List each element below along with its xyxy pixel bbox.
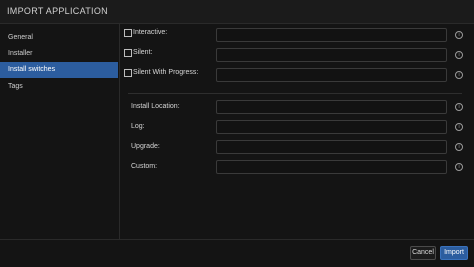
dialog-footer xyxy=(0,239,474,267)
info-icon[interactable]: i xyxy=(455,163,463,171)
silent-label: Silent: xyxy=(133,49,153,56)
custom-label: Custom: xyxy=(131,163,158,170)
sidebar-item-installer[interactable]: Installer xyxy=(0,46,118,62)
title-bar: IMPORT APPLICATION xyxy=(0,0,474,24)
upgrade-label: Upgrade: xyxy=(131,143,160,150)
silent-with-progress-input[interactable] xyxy=(216,68,447,82)
interactive-checkbox[interactable] xyxy=(124,29,132,37)
silent-with-progress-label: Silent With Progress: xyxy=(133,69,199,76)
custom-input[interactable] xyxy=(216,160,447,174)
section-divider xyxy=(128,93,462,94)
sidebar-item-general[interactable]: General xyxy=(0,30,118,46)
sidebar-item-install-switches[interactable]: Install switches xyxy=(0,62,118,78)
window-title: IMPORT APPLICATION xyxy=(7,6,108,16)
info-icon[interactable]: i xyxy=(455,123,463,131)
sidebar-item-tags[interactable]: Tags xyxy=(0,79,118,95)
log-input[interactable] xyxy=(216,120,447,134)
info-icon[interactable]: i xyxy=(455,71,463,79)
info-icon[interactable]: i xyxy=(455,143,463,151)
install-location-input[interactable] xyxy=(216,100,447,114)
log-label: Log: xyxy=(131,123,145,130)
install-location-label: Install Location: xyxy=(131,103,180,110)
interactive-input[interactable] xyxy=(216,28,447,42)
info-icon[interactable]: i xyxy=(455,51,463,59)
silent-with-progress-checkbox[interactable] xyxy=(124,69,132,77)
sidebar: General Installer Install switches Tags xyxy=(0,24,120,239)
info-icon[interactable]: i xyxy=(455,103,463,111)
upgrade-input[interactable] xyxy=(216,140,447,154)
info-icon[interactable]: i xyxy=(455,31,463,39)
silent-input[interactable] xyxy=(216,48,447,62)
cancel-button[interactable]: Cancel xyxy=(410,246,436,260)
interactive-label: Interactive: xyxy=(133,29,168,36)
silent-checkbox[interactable] xyxy=(124,49,132,57)
import-button[interactable]: Import xyxy=(440,246,468,260)
